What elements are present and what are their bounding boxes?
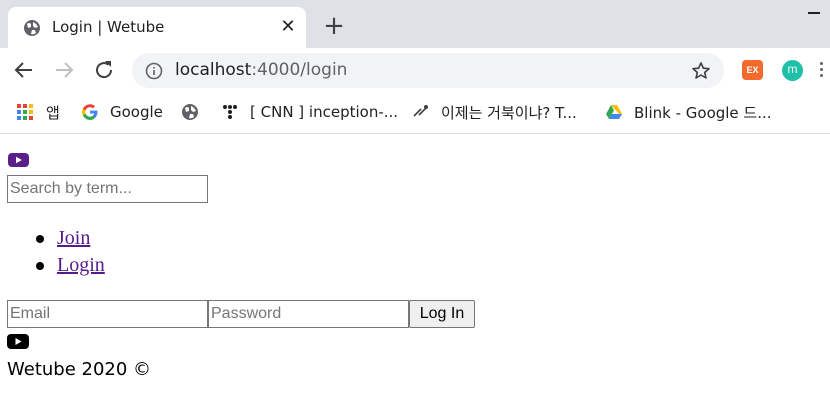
page-content: Join Login Log In Wetube 2020 © [0,135,830,406]
browser-tab[interactable]: Login | Wetube ✕ [8,7,306,48]
bookmark-globe[interactable] [181,102,210,122]
url-path: :4000/login [251,60,348,80]
search-input[interactable] [7,175,208,203]
youtube-logo-icon[interactable] [8,153,29,167]
new-tab-button[interactable]: + [322,13,346,39]
email-field[interactable] [7,300,208,328]
close-icon[interactable]: ✕ [278,17,298,37]
reload-icon[interactable] [92,58,116,82]
bookmark-label: [ CNN ] inception-... [250,103,399,121]
header-nav: Join Login [36,225,105,279]
url-host: localhost [175,60,252,80]
extension-m-icon[interactable]: m [782,60,803,81]
password-field[interactable] [208,300,409,328]
google-icon [82,104,98,120]
address-bar[interactable]: localhost:4000/login [132,53,724,88]
dots-icon [223,105,237,119]
bookmarks-bar: 앱 Google [ CNN ] inception-... 이제는 거북이냐?… [0,92,830,134]
bookmark-label: Blink - Google 드... [634,103,772,122]
google-drive-icon [606,105,622,119]
browser-toolbar: localhost:4000/login EX m [0,48,830,92]
bookmark-blink-drive[interactable]: Blink - Google 드... [605,102,772,122]
nav-item-join: Join [36,225,105,252]
tab-title: Login | Wetube [52,18,165,36]
youtube-footer-icon [7,334,29,349]
bookmark-google[interactable]: Google [81,102,163,122]
join-link[interactable]: Join [57,227,90,249]
bookmark-cnn-inception[interactable]: [ CNN ] inception-... [221,102,398,122]
apps-icon [17,104,33,120]
footer-copyright: Wetube 2020 © [7,359,152,380]
info-icon[interactable] [145,62,163,80]
login-button[interactable]: Log In [409,300,475,328]
menu-kebab-icon[interactable] [820,62,824,80]
bookmark-apps[interactable]: 앱 [17,102,60,122]
url-text: localhost:4000/login [175,60,347,80]
globe-icon [182,104,198,120]
bookmark-turtle[interactable]: 이제는 거북이냐? T... [412,102,577,122]
bookmark-label: 앱 [46,103,60,122]
minimize-window-button[interactable] [808,12,820,14]
bookmark-label: Google [110,103,163,121]
forward-arrow-icon[interactable] [52,58,76,82]
bug-icon [413,105,428,117]
back-arrow-icon[interactable] [12,58,36,82]
bookmark-star-icon[interactable] [691,61,711,81]
login-link[interactable]: Login [57,254,105,276]
bookmark-label: 이제는 거북이냐? T... [441,103,577,122]
globe-icon [24,20,40,36]
extension-ex-icon[interactable]: EX [742,60,763,80]
tab-strip: Login | Wetube ✕ + [0,0,830,48]
nav-item-login: Login [36,252,105,279]
